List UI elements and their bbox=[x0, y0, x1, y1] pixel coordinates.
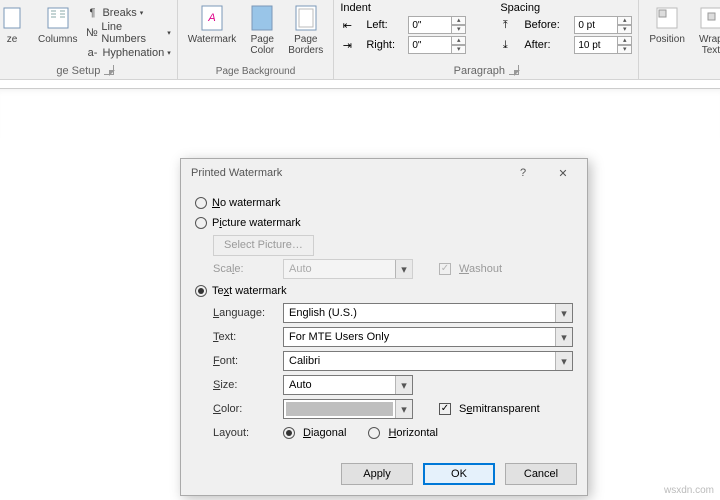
apply-button[interactable]: Apply bbox=[341, 463, 413, 485]
layout-diagonal-label: Diagonal bbox=[303, 427, 346, 439]
hyphenation-button[interactable]: a-Hyphenation▾ bbox=[85, 44, 170, 62]
position-button[interactable]: Position bbox=[645, 2, 689, 47]
indent-left-label: Left: bbox=[366, 19, 396, 31]
scale-label: Scale: bbox=[213, 263, 275, 275]
radio-icon bbox=[195, 197, 207, 209]
indent-heading: Indent bbox=[340, 2, 470, 14]
font-combo[interactable]: Calibri▾ bbox=[283, 351, 573, 371]
columns-button[interactable]: Columns bbox=[34, 2, 81, 47]
option-text-watermark[interactable]: Text watermark bbox=[195, 281, 573, 301]
layout-horizontal-label: Horizontal bbox=[388, 427, 438, 439]
breaks-icon: ¶ bbox=[85, 6, 99, 20]
cancel-button[interactable]: Cancel bbox=[505, 463, 577, 485]
option-no-watermark[interactable]: NNo watermarko watermark bbox=[195, 193, 573, 213]
chevron-down-icon: ▾ bbox=[555, 304, 572, 322]
watermark-button[interactable]: A Watermark bbox=[184, 2, 241, 47]
breaks-button[interactable]: ¶Breaks▾ bbox=[85, 4, 170, 22]
dialog-launcher-icon[interactable] bbox=[509, 65, 519, 75]
semitransparent-checkbox[interactable]: ✓ bbox=[439, 403, 451, 415]
chevron-down-icon: ▾ bbox=[395, 260, 412, 278]
chevron-down-icon: ▾ bbox=[555, 328, 572, 346]
color-swatch bbox=[286, 402, 393, 416]
option-picture-watermark[interactable]: Picture watermark bbox=[195, 213, 573, 233]
layout-diagonal-radio[interactable] bbox=[283, 427, 295, 439]
indent-right-input[interactable]: ▴▾ bbox=[408, 36, 466, 54]
ok-button[interactable]: OK bbox=[423, 463, 495, 485]
columns-icon bbox=[44, 4, 72, 32]
semitransparent-label: Semitransparent bbox=[459, 403, 540, 415]
wrap-text-icon bbox=[697, 4, 720, 32]
group-label-paragraph: Paragraph bbox=[454, 65, 505, 77]
font-label: Font: bbox=[213, 355, 275, 367]
layout-label: Layout: bbox=[213, 427, 275, 439]
help-button[interactable]: ? bbox=[503, 161, 543, 185]
printed-watermark-dialog: Printed Watermark ? ✕ NNo watermarko wat… bbox=[180, 158, 588, 496]
group-page-setup: ze Columns ¶Breaks▾ №Line Numbers▾ a-Hyp… bbox=[0, 0, 178, 79]
scale-combo: Auto▾ bbox=[283, 259, 413, 279]
dialog-title: Printed Watermark bbox=[191, 167, 282, 179]
indent-right-icon: ⇥ bbox=[340, 38, 354, 52]
spacing-before-input[interactable]: ▴▾ bbox=[574, 16, 632, 34]
spacing-after-input[interactable]: ▴▾ bbox=[574, 36, 632, 54]
indent-left-icon: ⇤ bbox=[340, 18, 354, 32]
text-label: Text: bbox=[213, 331, 275, 343]
indent-right-label: Right: bbox=[366, 39, 396, 51]
text-combo[interactable]: For MTE Users Only▾ bbox=[283, 327, 573, 347]
watermark-icon: A bbox=[198, 4, 226, 32]
wrap-text-button[interactable]: Wrap Text bbox=[693, 2, 720, 58]
svg-text:A: A bbox=[207, 12, 215, 24]
size-button[interactable]: ze bbox=[0, 2, 30, 47]
close-icon: ✕ bbox=[558, 167, 567, 180]
dialog-titlebar: Printed Watermark ? ✕ bbox=[181, 159, 587, 187]
hyphenation-icon: a- bbox=[85, 46, 99, 60]
indent-left-input[interactable]: ▴▾ bbox=[408, 16, 466, 34]
chevron-down-icon: ▾ bbox=[395, 376, 412, 394]
chevron-down-icon: ▾ bbox=[395, 400, 412, 418]
group-paragraph: Indent Spacing ⇤ Left: ▴▾ ⤒ Before: ▴▾ ⇥… bbox=[334, 0, 639, 79]
group-label-page-bg: Page Background bbox=[184, 64, 328, 79]
size-label: Size: bbox=[213, 379, 275, 391]
ribbon: ze Columns ¶Breaks▾ №Line Numbers▾ a-Hyp… bbox=[0, 0, 720, 80]
spacing-before-icon: ⤒ bbox=[498, 18, 512, 32]
dialog-launcher-icon[interactable] bbox=[104, 65, 114, 75]
washout-label: Washout bbox=[459, 263, 502, 275]
line-numbers-icon: № bbox=[85, 26, 98, 40]
page-color-button[interactable]: Page Color bbox=[244, 2, 280, 58]
page-borders-button[interactable]: Page Borders bbox=[284, 2, 327, 58]
layout-horizontal-radio[interactable] bbox=[368, 427, 380, 439]
page-borders-icon bbox=[292, 4, 320, 32]
line-numbers-button[interactable]: №Line Numbers▾ bbox=[85, 24, 170, 42]
washout-checkbox: ✓ bbox=[439, 263, 451, 275]
spacing-after-label: After: bbox=[524, 39, 562, 51]
color-combo[interactable]: ▾ bbox=[283, 399, 413, 419]
spacing-heading: Spacing bbox=[500, 2, 540, 14]
color-label: Color: bbox=[213, 403, 275, 415]
chevron-down-icon: ▾ bbox=[555, 352, 572, 370]
size-combo[interactable]: Auto▾ bbox=[283, 375, 413, 395]
group-arrange: Position Wrap Text bbox=[639, 0, 720, 79]
radio-icon bbox=[195, 285, 207, 297]
language-label: Language: bbox=[213, 307, 275, 319]
position-icon bbox=[653, 4, 681, 32]
radio-icon bbox=[195, 217, 207, 229]
attribution: wsxdn.com bbox=[664, 485, 714, 496]
select-picture-button: Select Picture… bbox=[213, 235, 314, 256]
group-page-background: A Watermark Page Color Page Borders Page… bbox=[178, 0, 335, 79]
spacing-before-label: Before: bbox=[524, 19, 562, 31]
close-button[interactable]: ✕ bbox=[543, 161, 583, 185]
size-icon bbox=[0, 4, 26, 32]
page-color-icon bbox=[248, 4, 276, 32]
spacing-after-icon: ⤓ bbox=[498, 38, 512, 52]
language-combo[interactable]: English (U.S.)▾ bbox=[283, 303, 573, 323]
group-label-page-setup: ge Setup bbox=[56, 65, 100, 77]
document-area bbox=[0, 88, 720, 138]
